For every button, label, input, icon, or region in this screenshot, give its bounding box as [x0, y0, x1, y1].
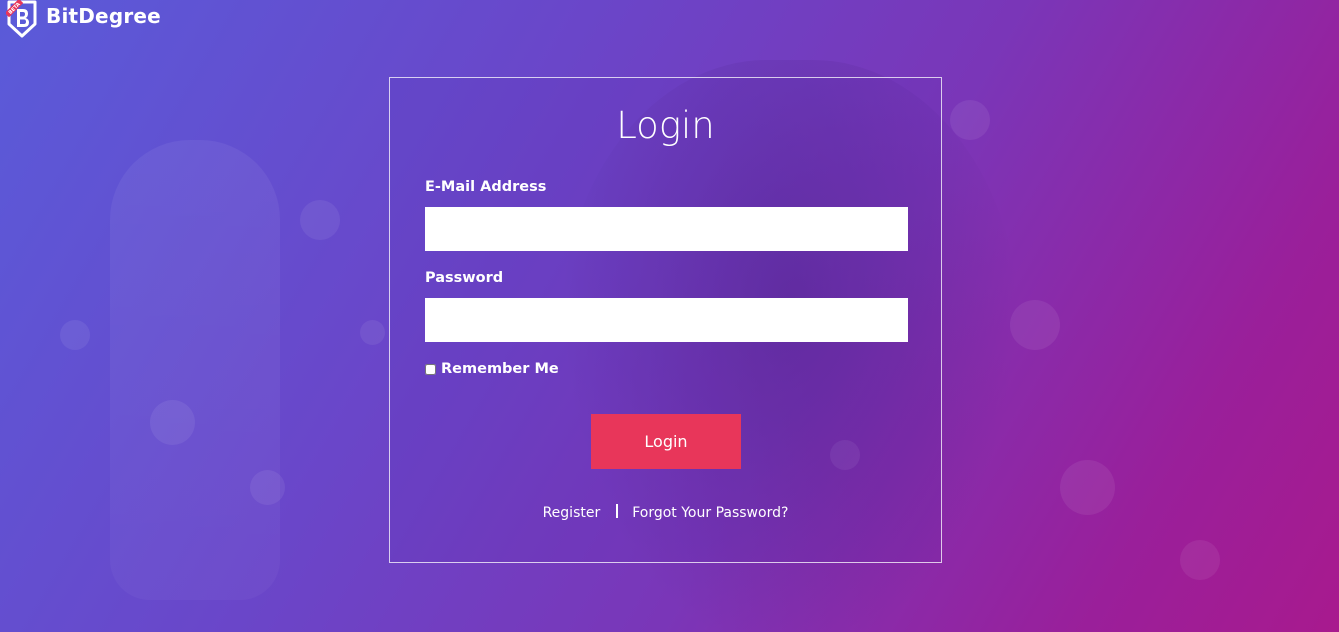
password-label: Password [425, 270, 504, 286]
auth-links: Register Forgot Your Password? [390, 504, 941, 521]
email-field[interactable] [425, 207, 908, 251]
password-field[interactable] [425, 298, 908, 342]
forgot-password-link[interactable]: Forgot Your Password? [632, 505, 788, 521]
page-title: Login [616, 104, 715, 147]
email-label: E-Mail Address [425, 179, 547, 195]
remember-me[interactable]: Remember Me [425, 361, 559, 377]
login-panel: Login E-Mail Address Password Remember M… [389, 77, 942, 563]
remember-me-label[interactable]: Remember Me [441, 361, 559, 377]
login-button[interactable]: Login [591, 414, 741, 469]
brand-name: BitDegree [46, 4, 161, 28]
link-divider [616, 504, 619, 518]
brand-logo[interactable]: BETA BitDegree [6, 0, 161, 38]
remember-me-checkbox[interactable] [425, 363, 436, 375]
shield-b-icon: BETA [6, 0, 38, 38]
register-link[interactable]: Register [543, 505, 601, 521]
